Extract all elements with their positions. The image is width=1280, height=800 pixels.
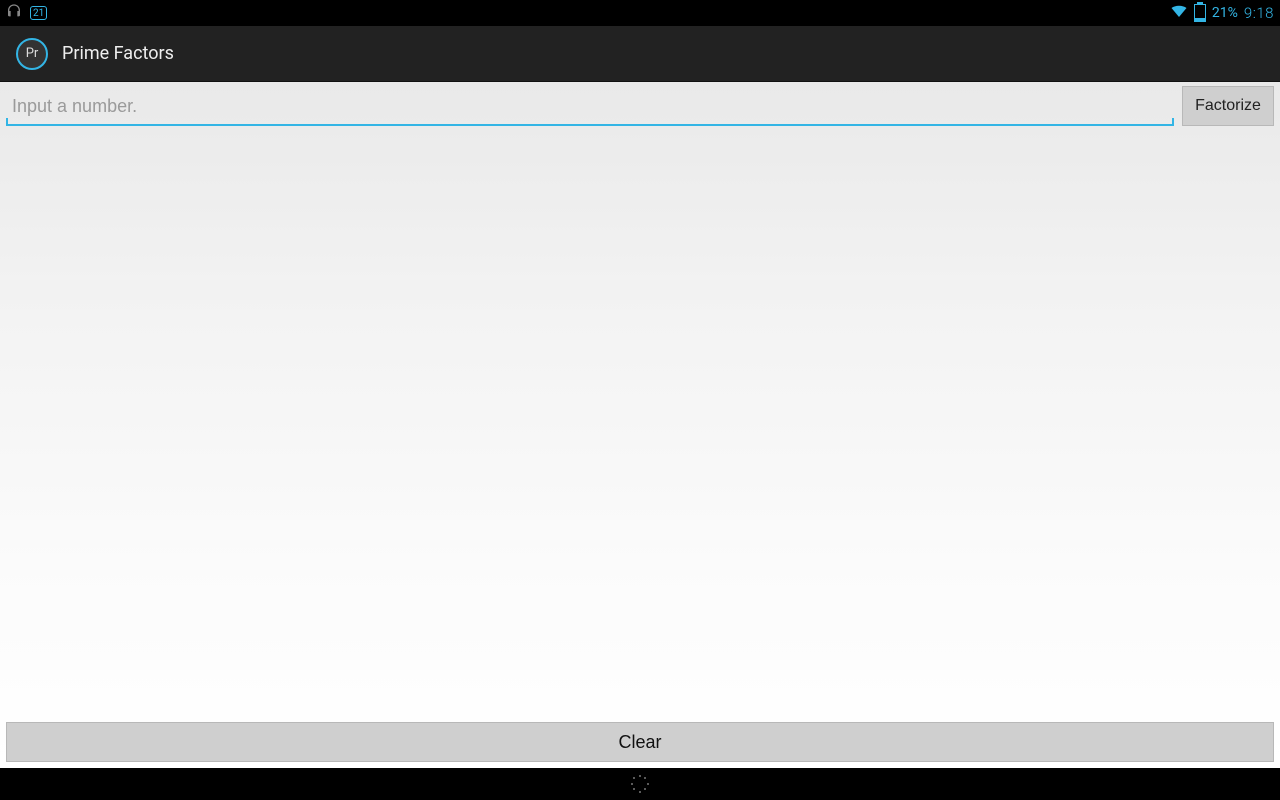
action-bar: Pr Prime Factors	[0, 26, 1280, 82]
loading-spinner-icon	[631, 775, 649, 793]
clear-button[interactable]: Clear	[6, 722, 1274, 762]
app-title: Prime Factors	[62, 43, 174, 64]
number-input[interactable]	[6, 86, 1174, 126]
headphones-icon	[6, 3, 22, 23]
battery-icon	[1194, 4, 1206, 22]
content-area: Factorize Clear	[0, 82, 1280, 768]
factorize-button[interactable]: Factorize	[1182, 86, 1274, 126]
status-bar-right: 21% 9:18	[1170, 2, 1274, 24]
battery-percentage: 21%	[1212, 5, 1238, 21]
input-underline	[6, 124, 1174, 126]
status-bar: 21 21% 9:18	[0, 0, 1280, 26]
app-icon: Pr	[16, 38, 48, 70]
clock: 9:18	[1244, 4, 1274, 22]
status-bar-left: 21	[6, 3, 47, 23]
navigation-bar	[0, 768, 1280, 800]
input-row: Factorize	[0, 82, 1280, 126]
results-area	[0, 126, 1280, 722]
wifi-icon	[1170, 2, 1188, 24]
notification-badge: 21	[30, 6, 47, 20]
number-input-wrap	[6, 86, 1174, 126]
